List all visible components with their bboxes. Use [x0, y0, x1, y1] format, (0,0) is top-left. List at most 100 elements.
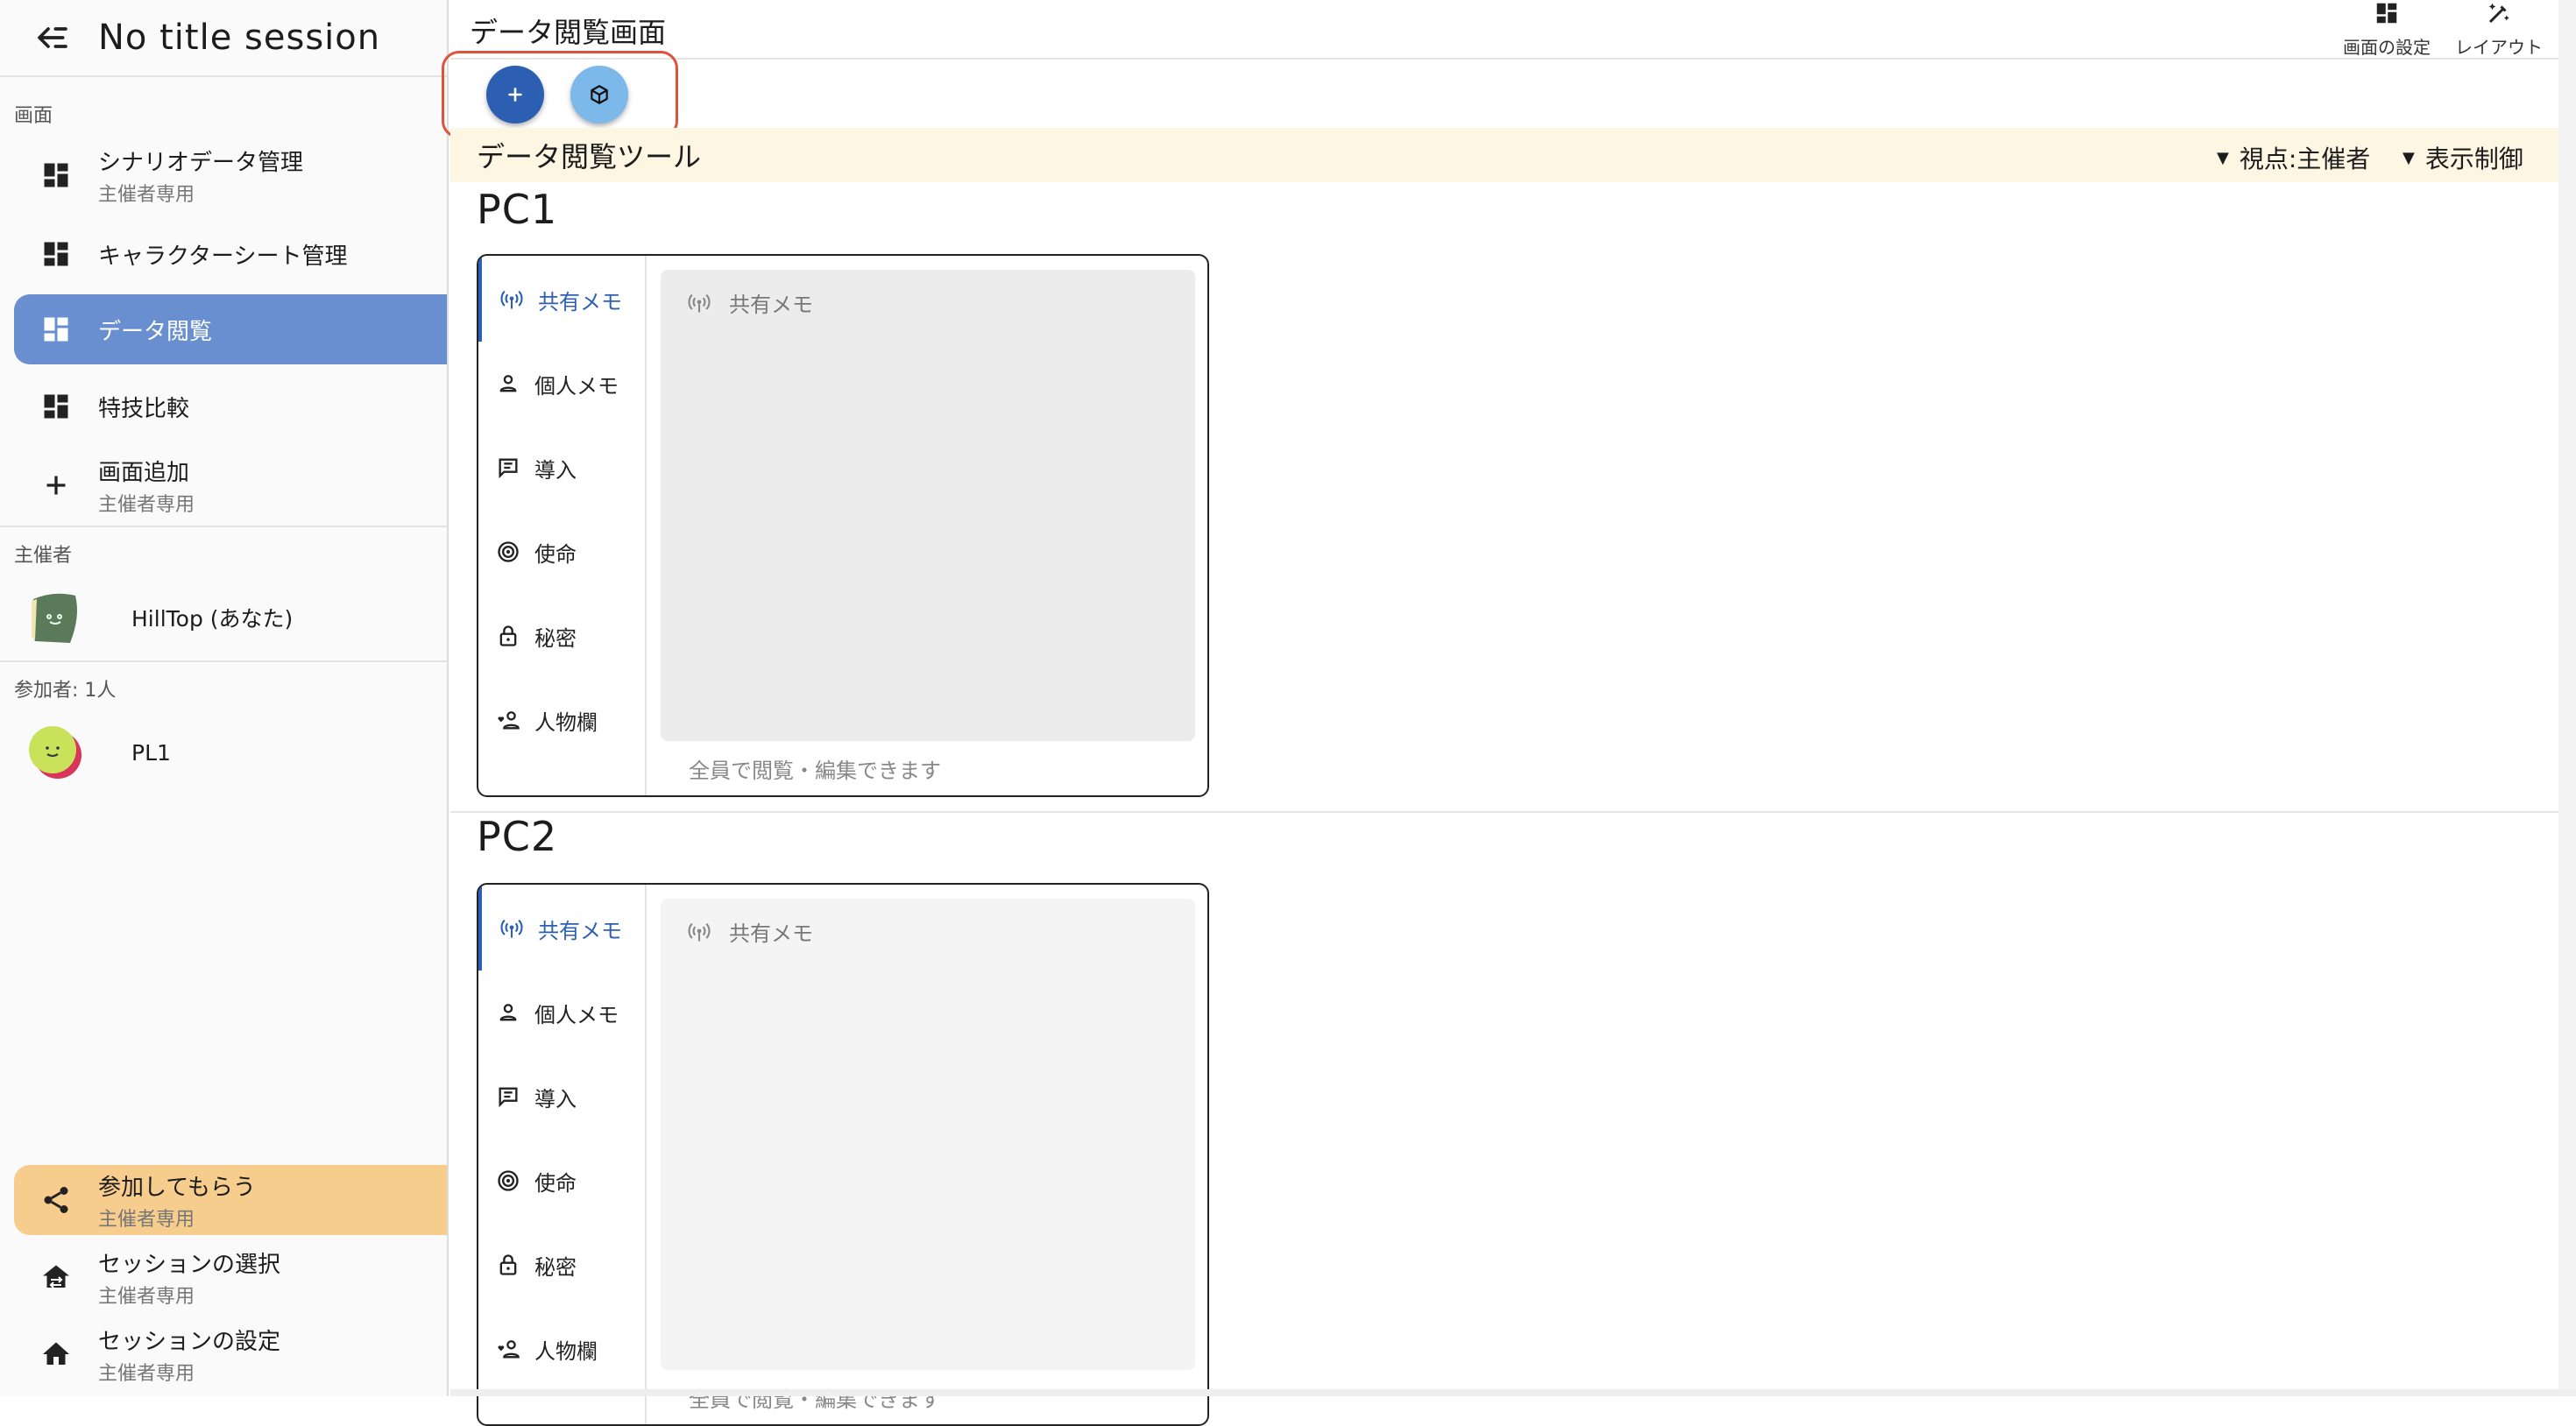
divider [0, 526, 447, 527]
toolbar-title: データ閲覧ツール [477, 135, 701, 175]
tab-label: 使命 [534, 1166, 577, 1197]
target-icon [496, 1168, 520, 1193]
person-icon [496, 1000, 520, 1025]
nav-item-skill-compare[interactable]: 特技比較 [14, 371, 447, 441]
tab-shared-memo[interactable]: 共有メモ [478, 886, 645, 971]
viewpoint-dropdown[interactable]: ▼ 視点:主催者 [2217, 140, 2370, 175]
tab-label: 人物欄 [534, 705, 598, 736]
nav-item-data-view[interactable]: データ閲覧 [14, 294, 447, 364]
home-icon [40, 1338, 72, 1370]
nav-label: 特技比較 [98, 391, 189, 423]
person-heart-icon [496, 1337, 520, 1361]
tab-label: 個人メモ [534, 369, 619, 399]
nav-item-add-screen[interactable]: 画面追加主催者専用 [14, 450, 447, 520]
nav-label: 参加してもらう [98, 1169, 256, 1202]
layout-label: レイアウト [2455, 33, 2543, 59]
layout-button[interactable]: レイアウト [2455, 0, 2543, 59]
tab-people[interactable]: 人物欄 [478, 678, 645, 762]
dashboard-icon [40, 159, 72, 191]
section-label-participants: 参加者: 1人 [0, 674, 116, 701]
data-view-toolbar: データ閲覧ツール ▼ 視点:主催者 ▼ 表示制御 [450, 128, 2576, 182]
tab-secret[interactable]: 秘密 [478, 594, 645, 678]
horizontal-scrollbar[interactable] [450, 1389, 2576, 1396]
participant-member[interactable]: PL1 [28, 725, 171, 780]
tab-intro[interactable]: 導入 [478, 1055, 645, 1139]
session-settings-button[interactable]: セッションの設定主催者専用 [14, 1319, 447, 1389]
lock-icon [496, 1253, 520, 1277]
tab-personal-memo[interactable]: 個人メモ [478, 342, 645, 426]
nav-sublabel: 主催者専用 [98, 1204, 256, 1232]
invite-button[interactable]: 参加してもらう主催者専用 [14, 1165, 447, 1235]
vertical-scrollbar[interactable] [2558, 0, 2576, 1396]
section-label-host: 主催者 [0, 540, 72, 566]
sidebar: No title session 画面 シナリオデータ管理主催者専用 キャラクタ… [0, 0, 449, 1396]
add-fab-button[interactable] [486, 66, 544, 124]
divider [0, 660, 447, 662]
lock-icon [496, 624, 520, 648]
participant-name: PL1 [131, 740, 171, 766]
tab-shared-memo[interactable]: 共有メモ [478, 258, 645, 342]
pc2-memo-area[interactable]: 共有メモ [661, 899, 1195, 1370]
house-switch-icon [40, 1261, 72, 1293]
person-icon [496, 371, 520, 396]
tab-mission[interactable]: 使命 [478, 510, 645, 594]
viewpoint-label: 視点:主催者 [2240, 140, 2370, 175]
broadcast-icon [499, 916, 524, 941]
nav-item-scenario-data[interactable]: シナリオデータ管理主催者専用 [14, 140, 447, 210]
tab-label: 使命 [534, 537, 577, 568]
tab-secret[interactable]: 秘密 [478, 1223, 645, 1307]
broadcast-icon [687, 920, 711, 944]
nav-sublabel: 主催者専用 [98, 489, 195, 517]
tab-label: 秘密 [534, 621, 577, 652]
tab-intro[interactable]: 導入 [478, 426, 645, 510]
memo-header-label: 共有メモ [729, 916, 813, 947]
plus-icon [504, 83, 527, 106]
target-icon [496, 540, 520, 564]
tab-personal-memo[interactable]: 個人メモ [478, 971, 645, 1055]
back-arrow-icon[interactable] [35, 20, 70, 55]
memo-header: 共有メモ [687, 287, 813, 318]
pc1-title: PC1 [477, 186, 557, 233]
tab-mission[interactable]: 使命 [478, 1139, 645, 1223]
screen-settings-button[interactable]: 画面の設定 [2343, 0, 2431, 59]
broadcast-icon [499, 287, 524, 312]
pc1-tabs: 共有メモ 個人メモ 導入 使命 秘密 人物欄 [478, 256, 647, 795]
dashboard-icon [40, 314, 72, 345]
comment-icon [496, 1084, 520, 1109]
cube-fab-button[interactable] [570, 66, 628, 124]
session-select-button[interactable]: セッションの選択主催者専用 [14, 1242, 447, 1312]
host-member[interactable]: HillTop (あなた) [28, 590, 293, 645]
tab-label: 共有メモ [538, 285, 622, 315]
nav-label: セッションの選択 [98, 1246, 280, 1279]
comment-icon [496, 455, 520, 480]
memo-footer: 全員で閲覧・編集できます [689, 753, 941, 784]
nav-item-character-sheet[interactable]: キャラクターシート管理 [14, 219, 447, 289]
wand-icon [2486, 0, 2512, 26]
avatar [28, 725, 82, 780]
screen-settings-label: 画面の設定 [2343, 33, 2431, 59]
top-bar: データ閲覧画面 画面の設定 レイアウト [450, 0, 2576, 60]
broadcast-icon [687, 291, 711, 315]
dashboard-icon [40, 238, 72, 270]
tab-label: 人物欄 [534, 1334, 598, 1365]
tab-label: 共有メモ [538, 914, 622, 944]
nav-sublabel: 主催者専用 [98, 1281, 280, 1309]
share-icon [40, 1184, 72, 1216]
tab-people[interactable]: 人物欄 [478, 1307, 645, 1391]
fab-highlight-box [442, 51, 678, 138]
person-heart-icon [496, 708, 520, 732]
pc2-card: 共有メモ 個人メモ 導入 使命 秘密 人物欄 [477, 883, 1209, 1426]
memo-header: 共有メモ [687, 916, 813, 947]
nav-label: シナリオデータ管理 [98, 145, 303, 177]
display-control-dropdown[interactable]: ▼ 表示制御 [2403, 140, 2523, 175]
pc1-memo-area[interactable]: 共有メモ [661, 270, 1195, 741]
nav-sublabel: 主催者専用 [98, 179, 303, 207]
cube-icon [588, 83, 611, 106]
nav-label: キャラクターシート管理 [98, 238, 347, 271]
tab-label: 秘密 [534, 1250, 577, 1281]
pc2-tabs: 共有メモ 個人メモ 導入 使命 秘密 人物欄 [478, 885, 647, 1424]
nav-label: データ閲覧 [98, 314, 212, 346]
memo-footer: 全員で閲覧・編集できます [689, 1382, 941, 1413]
tab-label: 導入 [534, 1082, 577, 1112]
sidebar-header: No title session [0, 0, 447, 77]
